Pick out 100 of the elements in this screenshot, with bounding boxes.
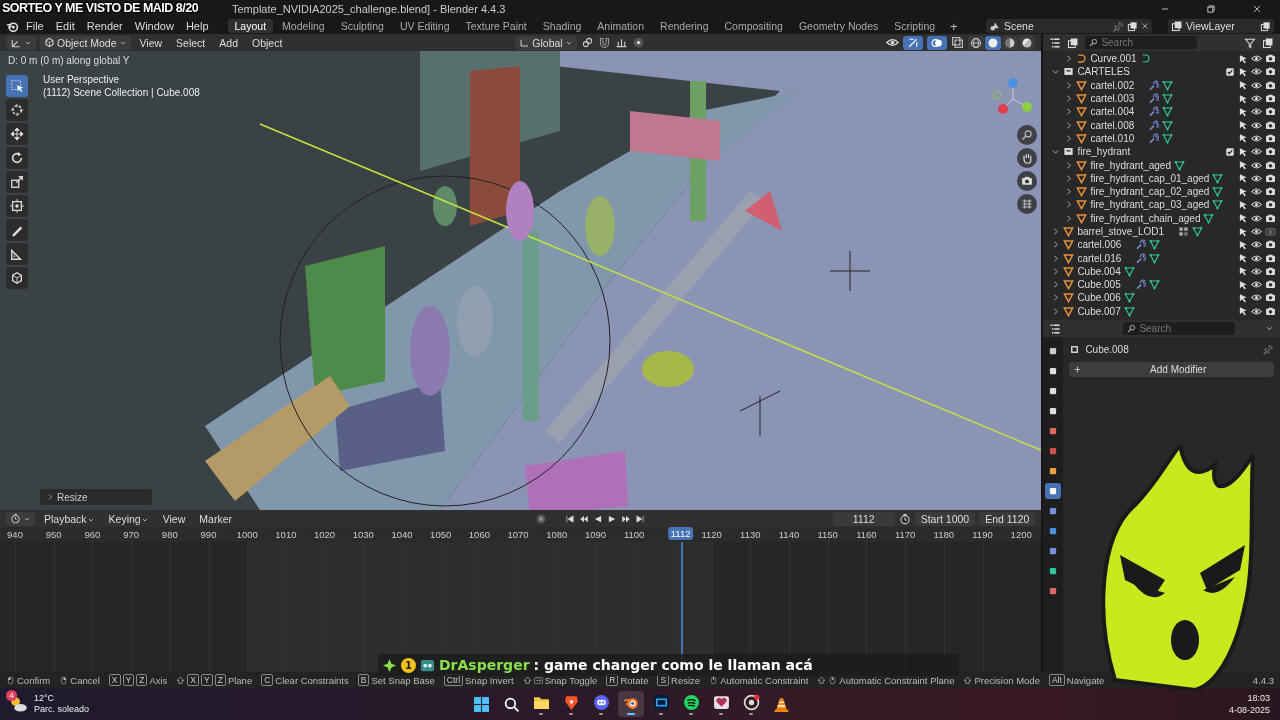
solid-shading-button[interactable] [985, 35, 1002, 50]
outliner-item-name[interactable]: fire_hydrant_aged [1090, 159, 1171, 171]
magnet-icon[interactable] [597, 36, 611, 49]
camera-icon[interactable] [1265, 119, 1276, 131]
workspace-tab[interactable]: Rendering [653, 19, 716, 33]
expand-chevron-icon[interactable] [1064, 80, 1074, 90]
properties-search-field[interactable]: Search [1123, 322, 1236, 335]
camera-icon[interactable] [1265, 199, 1276, 211]
select-arrow-icon[interactable] [1238, 53, 1248, 64]
camera-icon[interactable] [1265, 212, 1276, 224]
select-box-tool[interactable] [6, 75, 28, 97]
eye-icon[interactable] [1251, 53, 1262, 65]
eye-icon[interactable] [1251, 265, 1262, 277]
eye-icon[interactable] [1251, 119, 1262, 131]
outliner-item-name[interactable]: fire_hydrant [1077, 146, 1131, 158]
eye-icon[interactable] [1251, 239, 1262, 251]
previous-keyframe-icon[interactable] [578, 513, 589, 524]
workspace-tab[interactable]: UV Editing [392, 19, 457, 33]
select-arrow-icon[interactable] [1238, 106, 1248, 117]
expand-chevron-icon[interactable] [1051, 253, 1061, 263]
outliner-item-name[interactable]: cartel.006 [1077, 239, 1122, 251]
view-layer-selector[interactable]: ViewLayer [1168, 19, 1274, 33]
expand-chevron-icon[interactable] [1051, 306, 1061, 316]
snap-target-icon[interactable] [614, 36, 628, 49]
overlays-toggle[interactable] [927, 35, 948, 50]
outliner-item-name[interactable]: barrel_stove_LOD1 [1077, 226, 1165, 237]
expand-chevron-icon[interactable] [1064, 54, 1074, 64]
outliner-item-name[interactable]: fire_hydrant_chain_aged [1090, 212, 1201, 224]
select-arrow-icon[interactable] [1238, 253, 1248, 264]
select-arrow-icon[interactable] [1238, 306, 1248, 317]
expand-chevron-icon[interactable] [1064, 200, 1074, 210]
eye-icon[interactable] [1251, 132, 1262, 144]
properties-editor-icon[interactable] [1049, 322, 1062, 335]
outliner-item-name[interactable]: fire_hydrant_cap_01_aged [1090, 172, 1210, 184]
expand-chevron-icon[interactable] [1064, 107, 1074, 117]
timeline-menu[interactable]: View [157, 512, 191, 525]
eye-icon[interactable] [1251, 172, 1262, 184]
editor-type-dropdown[interactable] [6, 511, 35, 526]
expand-chevron-icon[interactable] [1051, 266, 1061, 276]
rotate-tool[interactable] [6, 147, 28, 169]
select-arrow-icon[interactable] [1238, 160, 1248, 170]
proportional-edit-icon[interactable] [631, 36, 645, 49]
expand-chevron-icon[interactable] [1064, 213, 1074, 223]
camera-icon[interactable] [1265, 239, 1276, 251]
select-arrow-icon[interactable] [1238, 279, 1248, 290]
rendered-shading-button[interactable] [1019, 35, 1036, 50]
select-arrow-icon[interactable] [1238, 146, 1248, 157]
outliner-item-name[interactable]: fire_hydrant_cap_03_aged [1090, 199, 1210, 211]
camera-icon[interactable] [1265, 146, 1276, 158]
measure-tool[interactable] [6, 243, 28, 265]
eye-icon[interactable] [1251, 226, 1262, 237]
select-arrow-icon[interactable] [1238, 120, 1248, 131]
eye-icon[interactable] [1251, 199, 1262, 211]
xray-icon[interactable] [951, 36, 965, 49]
menu-item[interactable]: Render [81, 20, 128, 32]
select-arrow-icon[interactable] [1238, 186, 1248, 197]
modifiers-tab[interactable] [1045, 483, 1062, 499]
pivot-icon[interactable] [580, 36, 594, 49]
orientation-dropdown[interactable]: Global [515, 35, 577, 50]
wireframe-shading-button[interactable] [968, 35, 985, 50]
transform-tool[interactable] [6, 195, 28, 217]
eye-icon[interactable] [1251, 106, 1262, 118]
eye-icon[interactable] [1251, 252, 1262, 264]
eye-icon[interactable] [1251, 66, 1262, 78]
close-icon[interactable] [1141, 22, 1149, 30]
eye-icon[interactable] [1251, 79, 1262, 91]
eye-icon[interactable] [1251, 159, 1262, 171]
material-shading-button[interactable] [1002, 35, 1019, 50]
timeline-menu[interactable]: Playback [39, 512, 100, 525]
select-arrow-icon[interactable] [1238, 226, 1248, 237]
outliner-item-name[interactable]: Cube.005 [1077, 279, 1121, 291]
eye-icon[interactable] [1251, 93, 1262, 105]
outliner-item-name[interactable]: cartel.010 [1090, 132, 1135, 144]
workspace-tab[interactable]: Geometry Nodes [791, 19, 886, 33]
display-mode-icon[interactable] [1067, 36, 1080, 49]
select-arrow-icon[interactable] [1238, 266, 1248, 277]
select-arrow-icon[interactable] [1238, 93, 1248, 104]
expand-chevron-icon[interactable] [1064, 160, 1074, 170]
jump-end-icon[interactable] [634, 513, 645, 524]
outliner-item-name[interactable]: fire_hydrant_cap_02_aged [1090, 186, 1210, 198]
select-arrow-icon[interactable] [1238, 239, 1248, 250]
select-arrow-icon[interactable] [1238, 293, 1248, 303]
outliner-item-name[interactable]: Cube.006 [1077, 292, 1121, 304]
add-modifier-button[interactable]: Add Modifier [1069, 362, 1274, 377]
expand-chevron-icon[interactable] [1064, 173, 1074, 183]
scale-tool[interactable] [6, 171, 28, 193]
workspace-tab[interactable]: Layout [227, 19, 274, 33]
select-arrow-icon[interactable] [1238, 199, 1248, 210]
copy-icon[interactable] [1127, 20, 1138, 32]
camera-icon[interactable] [1265, 66, 1276, 78]
select-arrow-icon[interactable] [1238, 213, 1248, 224]
play-icon[interactable] [606, 513, 617, 524]
workspace-tab[interactable]: Shading [535, 19, 589, 33]
outliner-item-name[interactable]: cartel.003 [1090, 93, 1135, 105]
camera-icon[interactable] [1265, 186, 1276, 198]
expand-chevron-icon[interactable] [1051, 280, 1061, 290]
expand-chevron-icon[interactable] [1051, 293, 1061, 303]
expand-chevron-icon[interactable] [1051, 227, 1061, 236]
outliner-item-name[interactable]: Cube.004 [1077, 265, 1121, 277]
record-icon[interactable] [534, 512, 547, 525]
